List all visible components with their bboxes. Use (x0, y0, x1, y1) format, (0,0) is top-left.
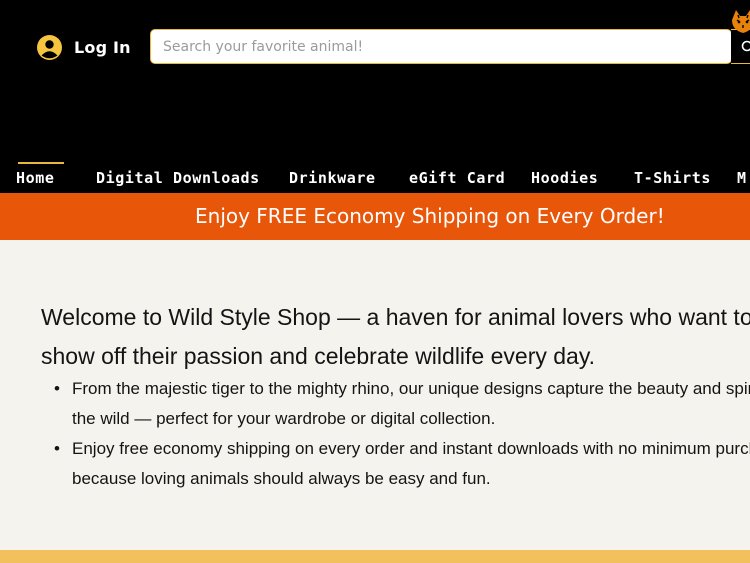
feature-list: From the majestic tiger to the mighty rh… (54, 374, 750, 494)
list-item: Enjoy free economy shipping on every ord… (54, 434, 750, 494)
nav-item-hoodies[interactable]: Hoodies (531, 168, 598, 188)
search-box (150, 29, 732, 64)
nav-item-home[interactable]: Home (16, 162, 64, 188)
search-icon (741, 40, 750, 52)
nav-item-more[interactable]: M (737, 168, 747, 188)
user-avatar-icon (37, 34, 62, 60)
login-button[interactable]: Log In (37, 34, 131, 60)
site-header: Log In Home Digital Downloads Drinkware … (0, 0, 750, 193)
intro-text: Welcome to Wild Style Shop — a haven for… (41, 304, 750, 369)
nav-item-drinkware[interactable]: Drinkware (289, 168, 376, 188)
search-input[interactable] (151, 30, 731, 63)
nav-item-digital-downloads[interactable]: Digital Downloads (96, 168, 260, 188)
tiger-logo-icon[interactable] (728, 6, 750, 36)
nav-item-egift-card[interactable]: eGift Card (409, 168, 505, 188)
footer-band (0, 550, 750, 563)
main-content: Welcome to Wild Style Shop — a haven for… (0, 240, 750, 550)
list-item: From the majestic tiger to the mighty rh… (54, 374, 750, 434)
main-nav: Home Digital Downloads Drinkware eGift C… (0, 162, 750, 190)
promo-banner: Enjoy FREE Economy Shipping on Every Ord… (0, 193, 750, 240)
promo-text: Enjoy FREE Economy Shipping on Every Ord… (195, 204, 665, 228)
login-label: Log In (74, 37, 131, 57)
nav-item-t-shirts[interactable]: T-Shirts (634, 168, 711, 188)
